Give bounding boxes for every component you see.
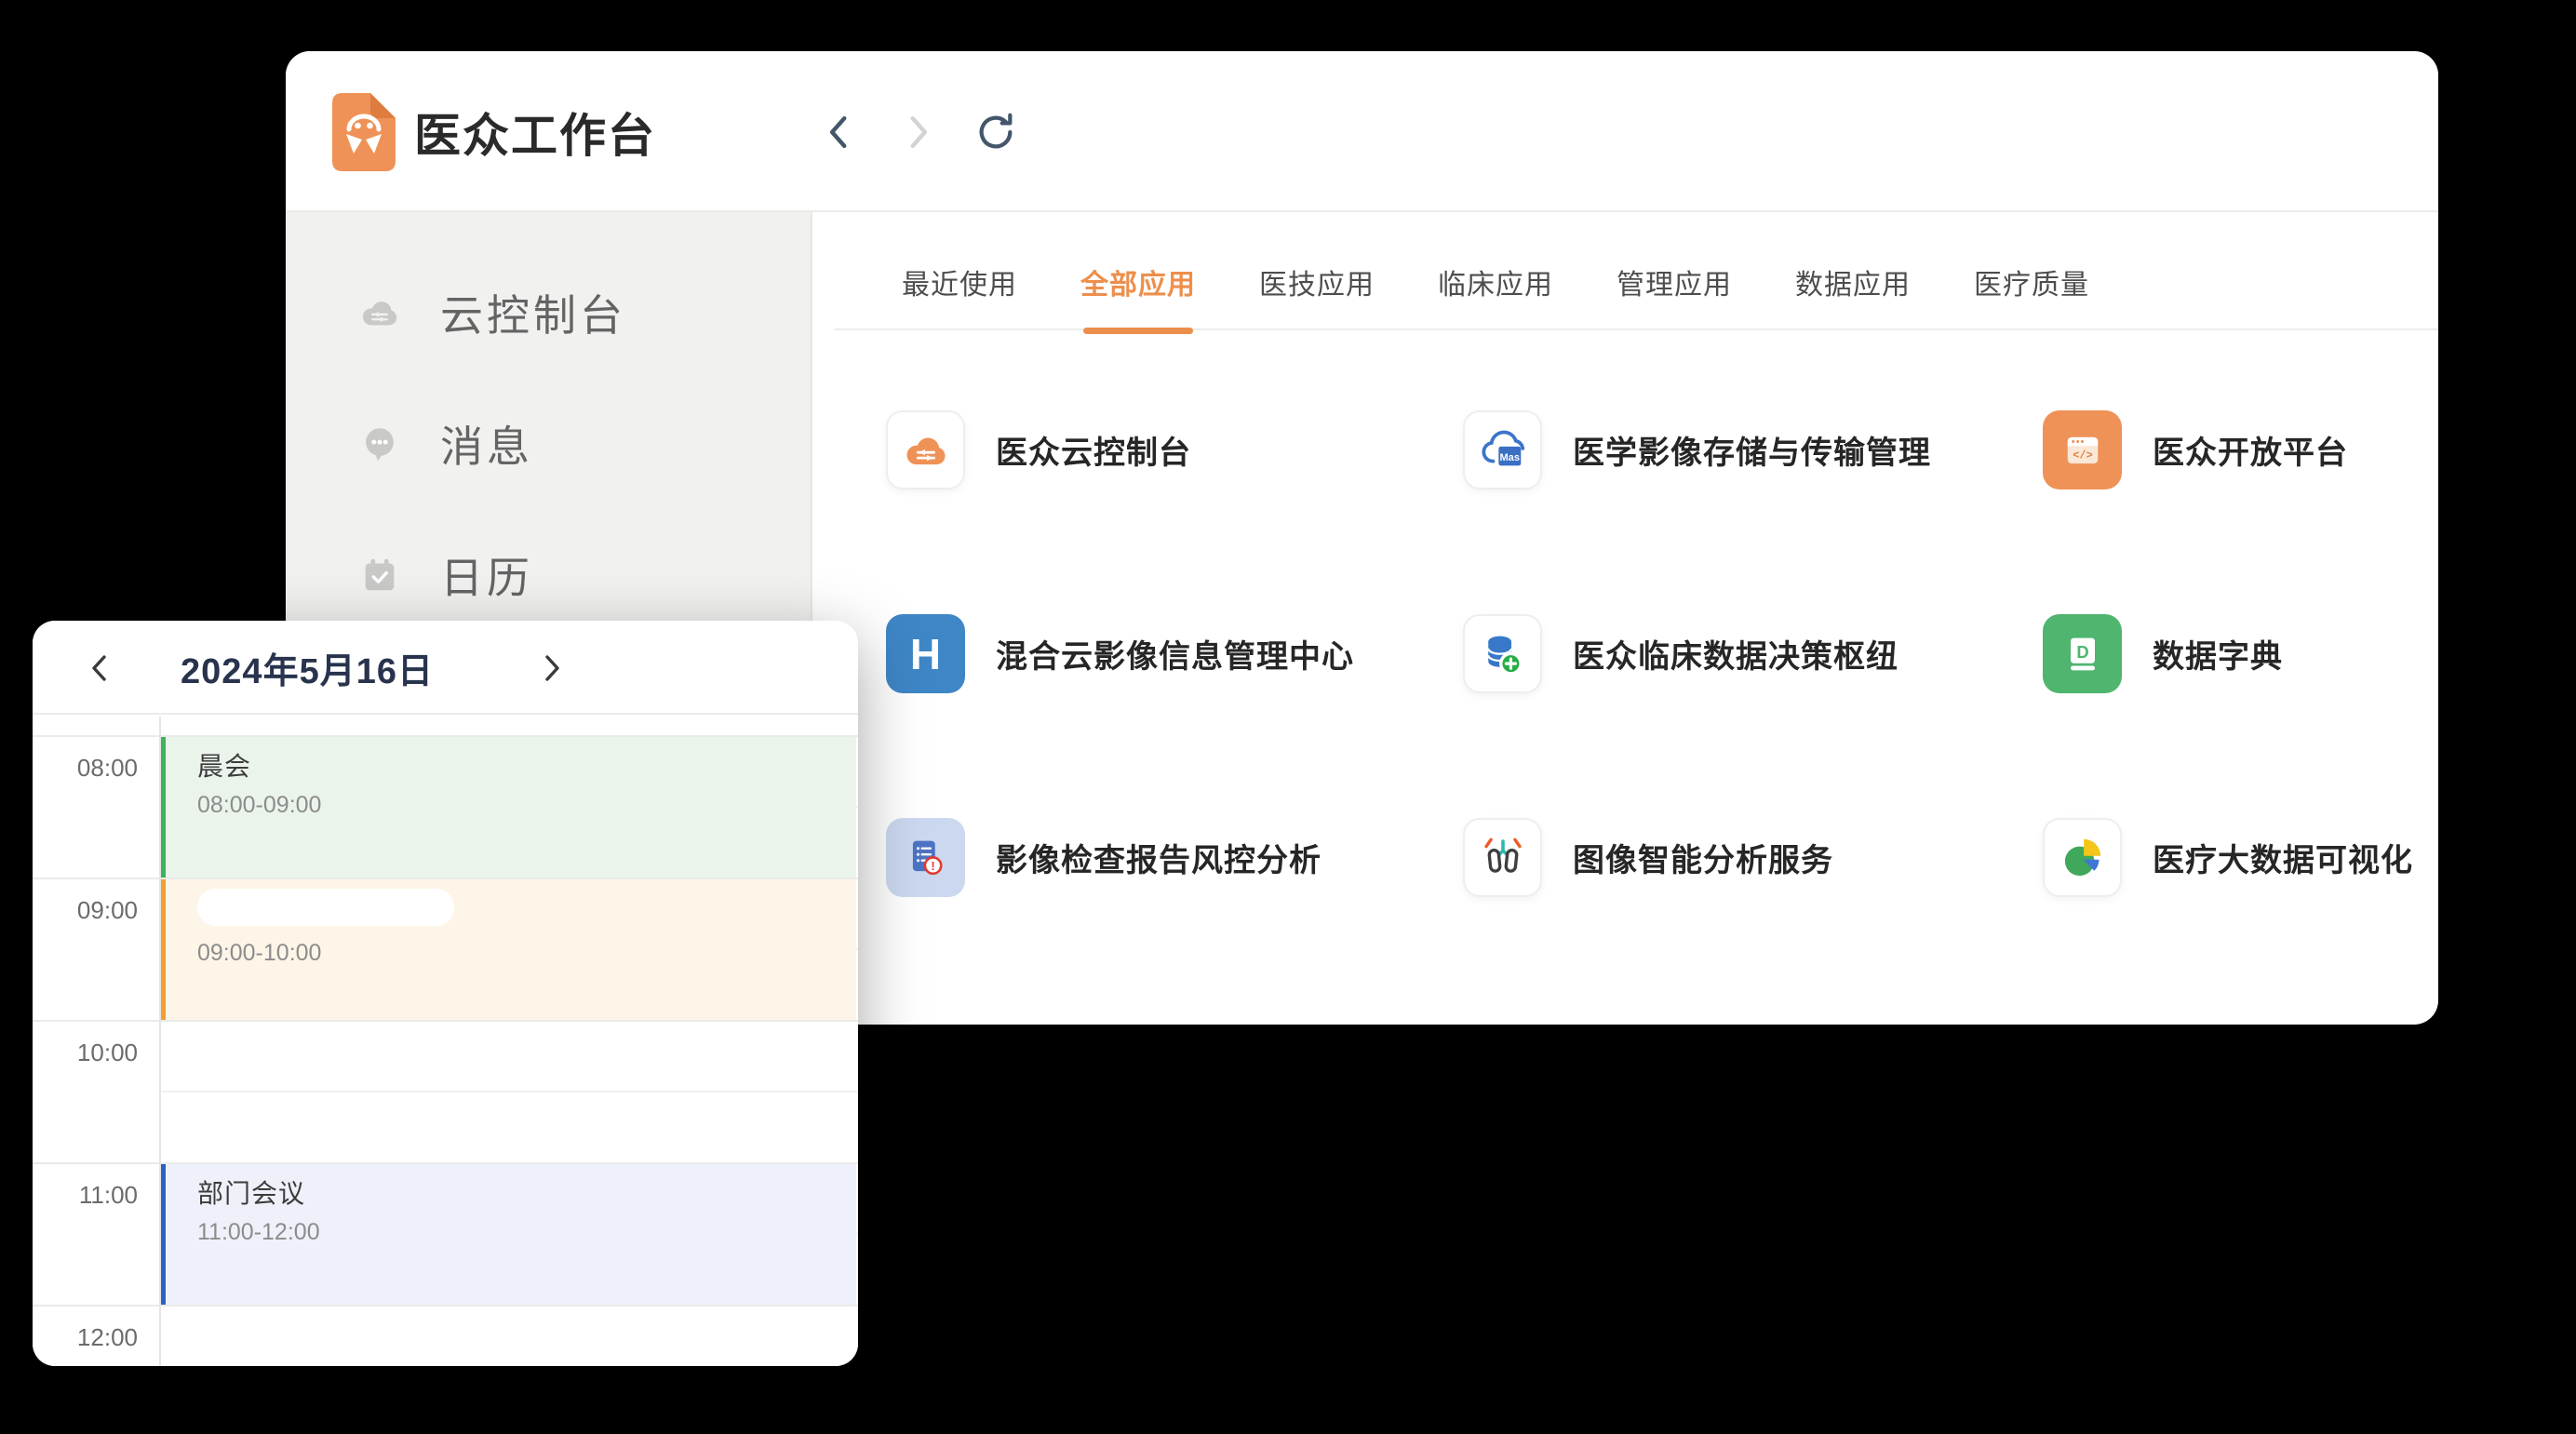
- app-item-image-ai-analysis[interactable]: 图像智能分析服务: [1463, 818, 1833, 897]
- sidebar-item-label: 消息: [440, 413, 533, 475]
- app-label: 医众开放平台: [2153, 427, 2348, 473]
- calendar-date: 2024年5月16日: [135, 621, 479, 715]
- exclamation-glyph-text: !: [931, 859, 934, 873]
- app-title: 医众工作台: [414, 51, 656, 212]
- sidebar-item-label: 日历: [440, 544, 533, 606]
- hybrid-cloud-imaging-icon: H: [886, 614, 965, 693]
- time-label: 10:00: [33, 1039, 138, 1067]
- browser-nav: [812, 51, 1023, 212]
- data-dictionary-icon: D: [2043, 614, 2122, 693]
- calendar-panel: 2024年5月16日 晨会 08:00-09:00 09:00-10:00: [33, 621, 858, 1366]
- sidebar-item-calendar[interactable]: 日历: [358, 529, 533, 622]
- app-item-hybrid-cloud-imaging[interactable]: H 混合云影像信息管理中心: [886, 614, 1354, 693]
- message-bubble-icon: [358, 422, 401, 465]
- event-time: 11:00-12:00: [197, 1219, 856, 1246]
- code-glyph-text: </>: [2073, 449, 2092, 462]
- tab-management-apps[interactable]: 管理应用: [1617, 261, 1732, 328]
- event-time: 08:00-09:00: [197, 792, 856, 819]
- calendar-header: 2024年5月16日: [33, 621, 858, 715]
- calendar-event-redacted[interactable]: 09:00-10:00: [159, 878, 856, 1020]
- time-column-divider: [159, 717, 161, 1366]
- chevron-left-icon: [87, 651, 113, 685]
- refresh-button[interactable]: [969, 105, 1023, 159]
- app-logo-icon: [332, 93, 396, 171]
- time-label: 09:00: [33, 896, 138, 925]
- mas-badge-text: Mas: [1499, 452, 1520, 463]
- calendar-event-department-meeting[interactable]: 部门会议 11:00-12:00: [159, 1162, 856, 1305]
- app-item-cloud-console[interactable]: 医众云控制台: [886, 410, 1191, 489]
- calendar-next-button[interactable]: [524, 621, 580, 715]
- app-label: 医众临床数据决策枢纽: [1573, 631, 1898, 677]
- chevron-right-icon: [539, 651, 565, 685]
- app-item-clinical-data-hub[interactable]: 医众临床数据决策枢纽: [1463, 614, 1898, 693]
- tab-all-apps[interactable]: 全部应用: [1080, 261, 1196, 328]
- app-item-report-risk-analysis[interactable]: ! 影像检查报告风控分析: [886, 818, 1322, 897]
- calendar-check-icon: [358, 554, 401, 596]
- medical-image-storage-icon: Mas: [1463, 410, 1542, 489]
- tab-recently-used[interactable]: 最近使用: [902, 261, 1017, 328]
- chevron-right-icon: [898, 111, 937, 154]
- tab-medical-quality[interactable]: 医疗质量: [1974, 261, 2089, 328]
- hour-gridline: [33, 1162, 858, 1164]
- tab-clinical-apps[interactable]: 临床应用: [1438, 261, 1553, 328]
- app-label: 混合云影像信息管理中心: [996, 631, 1354, 677]
- time-label: 11:00: [33, 1181, 138, 1210]
- window-header: 医众工作台: [286, 51, 2438, 212]
- h-glyph-text: H: [910, 633, 941, 676]
- event-title: 部门会议: [197, 1173, 856, 1211]
- tab-data-apps[interactable]: 数据应用: [1795, 261, 1911, 328]
- time-label: 08:00: [33, 754, 138, 783]
- desktop-background: 医众工作台: [0, 0, 2576, 1434]
- sidebar-item-cloud-console[interactable]: 云控制台: [358, 266, 626, 359]
- app-item-open-platform[interactable]: </> 医众开放平台: [2043, 410, 2348, 489]
- app-item-image-storage[interactable]: Mas 医学影像存储与传输管理: [1463, 410, 1931, 489]
- tab-medtech-apps[interactable]: 医技应用: [1259, 261, 1375, 328]
- hour-gridline: [33, 1020, 858, 1022]
- calendar-prev-button[interactable]: [72, 621, 127, 715]
- app-item-bigdata-visualization[interactable]: 医疗大数据可视化: [2043, 818, 2413, 897]
- half-hour-gridline: [161, 1091, 858, 1092]
- hour-gridline: [33, 735, 858, 737]
- report-risk-analysis-icon: !: [886, 818, 965, 897]
- app-item-data-dictionary[interactable]: D 数据字典: [2043, 614, 2283, 693]
- cloud-settings-icon: [358, 291, 401, 334]
- app-label: 医疗大数据可视化: [2153, 835, 2413, 880]
- pie-chart-icon: [2043, 818, 2122, 897]
- lungs-ai-analysis-icon: [1463, 818, 1542, 897]
- clinical-data-hub-icon: [1463, 614, 1542, 693]
- redacted-event-title: [197, 889, 454, 926]
- hour-gridline: [33, 1305, 858, 1307]
- app-label: 影像检查报告风控分析: [996, 835, 1322, 880]
- app-label: 数据字典: [2153, 631, 2283, 677]
- calendar-day-grid: 晨会 08:00-09:00 09:00-10:00 部门会议 11:00-12…: [33, 717, 858, 1366]
- app-category-tabs: 最近使用 全部应用 医技应用 临床应用 管理应用 数据应用 医疗质量: [835, 212, 2438, 330]
- app-label: 医众云控制台: [996, 427, 1191, 473]
- event-title: 晨会: [197, 746, 856, 784]
- calendar-event-morning-meeting[interactable]: 晨会 08:00-09:00: [159, 735, 856, 878]
- app-label: 图像智能分析服务: [1573, 835, 1833, 880]
- sidebar-item-messages[interactable]: 消息: [358, 397, 533, 490]
- event-time: 09:00-10:00: [197, 940, 856, 967]
- d-glyph-text: D: [2076, 641, 2088, 661]
- hour-gridline: [33, 878, 858, 879]
- cloud-console-icon: [886, 410, 965, 489]
- chevron-left-icon: [820, 111, 859, 154]
- sidebar-item-label: 云控制台: [440, 282, 626, 343]
- back-button[interactable]: [812, 105, 866, 159]
- refresh-icon: [974, 111, 1017, 154]
- app-label: 医学影像存储与传输管理: [1573, 427, 1931, 473]
- time-label: 12:00: [33, 1323, 138, 1352]
- forward-button[interactable]: [891, 105, 945, 159]
- open-platform-icon: </>: [2043, 410, 2122, 489]
